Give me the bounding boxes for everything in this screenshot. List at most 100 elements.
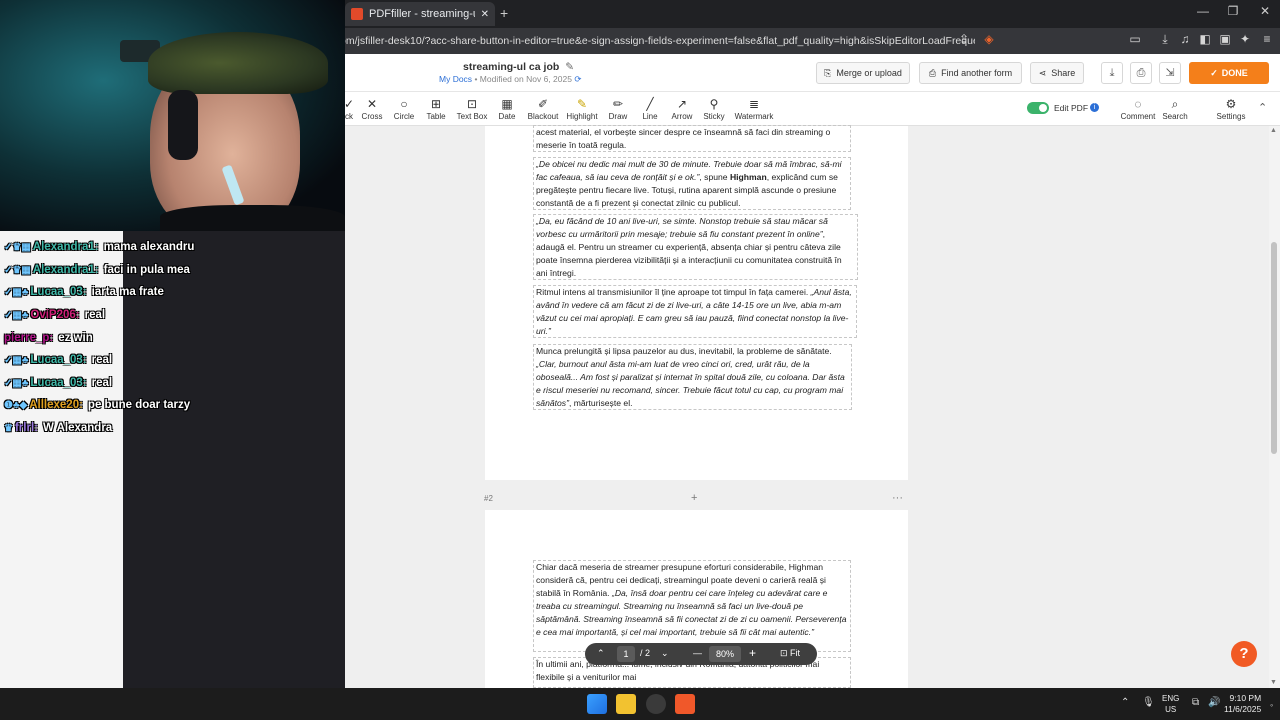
browser-tab[interactable]: PDFfiller - streaming-ul ca job.do ✕	[345, 2, 495, 26]
reader-icon[interactable]: ▭	[1126, 32, 1144, 46]
fit-button[interactable]: ⊡ Fit	[780, 648, 800, 659]
brave-browser-icon[interactable]	[675, 694, 695, 714]
settings-button[interactable]: ⚙ Settings	[1212, 97, 1250, 121]
menu-icon[interactable]: ≡	[1258, 32, 1276, 46]
chat-text: real	[91, 377, 113, 389]
wallet-icon[interactable]: ▣	[1216, 32, 1234, 46]
blackout-icon: ✐	[537, 97, 549, 111]
brave-shield-icon[interactable]: ◈	[980, 32, 998, 46]
download-doc-button[interactable]: ⤓	[1101, 62, 1123, 84]
chat-message: ♛ frlrl: W Alexandra	[4, 419, 112, 437]
share-button[interactable]: ⋖ Share	[1030, 62, 1084, 84]
ai-icon[interactable]: ✦	[1236, 32, 1254, 46]
find-another-form-button[interactable]: ⎙ Find another form	[919, 62, 1022, 84]
merge-upload-button[interactable]: ⎘ Merge or upload	[816, 62, 910, 84]
region-code: US	[1165, 705, 1177, 714]
share-url-icon[interactable]: ⇪	[955, 32, 973, 46]
tool-watermark[interactable]: ≣ Watermark	[734, 97, 774, 121]
chat-username: frlrl:	[14, 422, 38, 434]
tool-highlight[interactable]: ✎ Highlight	[563, 97, 601, 121]
language-indicator[interactable]: ENG US	[1162, 693, 1179, 715]
page-more-button[interactable]: ···	[892, 492, 903, 504]
notification-icon[interactable]: ◦	[1270, 700, 1273, 710]
share-label: Share	[1051, 68, 1076, 78]
collapse-toolbar-icon[interactable]: ⌃	[1258, 101, 1267, 114]
search-icon: ⌕	[1171, 97, 1179, 111]
tool-date[interactable]: ▦ Date	[488, 97, 526, 121]
tool-label: Table	[426, 112, 446, 121]
chat-message: pierre_p: ez win	[4, 329, 93, 347]
page-navigation-bar: ⌃ 1 / 2 ⌄ — 80% + ⊡ Fit	[585, 643, 817, 665]
find-form-label: Find another form	[941, 68, 1013, 78]
scroll-down-icon[interactable]: ▼	[1270, 679, 1277, 686]
paragraph-text: Ritmul intens al transmisiunilor îl ține…	[536, 287, 811, 297]
close-tab-icon[interactable]: ✕	[481, 9, 489, 20]
edit-pdf-toggle[interactable]	[1027, 102, 1049, 114]
tool-label: Sticky	[703, 112, 725, 121]
text-block[interactable]: acest material, el vorbește sincer despr…	[533, 125, 851, 152]
microphone-icon[interactable]: 🎙	[1142, 697, 1155, 708]
text-block[interactable]: Ritmul intens al transmisiunilor îl ține…	[533, 285, 857, 338]
comment-button[interactable]: ◌ Comment	[1119, 97, 1157, 121]
chat-username: Alllexe20:	[29, 399, 83, 411]
prev-page-icon[interactable]: ⌃	[597, 648, 605, 659]
tool-blackout[interactable]: ✐ Blackout	[524, 97, 562, 121]
camo-cap	[148, 32, 328, 94]
maximize-button[interactable]: ❐	[1218, 4, 1248, 18]
text-block[interactable]: Munca prelungită și lipsa pauzelor au du…	[533, 344, 852, 410]
tool-textbox[interactable]: ⊡ Text Box	[453, 97, 491, 121]
tool-label: Text Box	[456, 112, 488, 121]
print-button[interactable]: ⎙	[1130, 62, 1152, 84]
info-icon[interactable]: i	[1090, 103, 1099, 112]
edit-pencil-icon[interactable]: ✎	[565, 61, 574, 73]
chat-message: ✓▦♣ Lucaa_03: iarta ma frate	[4, 283, 164, 301]
obs-icon[interactable]	[646, 694, 666, 714]
chat-text: real	[84, 309, 106, 321]
share-icon: ⋖	[1038, 67, 1047, 78]
scroll-up-icon[interactable]: ▲	[1270, 127, 1277, 134]
clock-date: 11/6/2025	[1224, 704, 1262, 714]
page-number-label: #2	[484, 494, 493, 503]
document-title-text: streaming-ul ca job	[463, 61, 560, 73]
text-block[interactable]: Chiar dacă meseria de streamer presupune…	[533, 560, 851, 652]
new-tab-button[interactable]: +	[500, 5, 508, 21]
chat-username: Lucaa_03:	[30, 354, 87, 366]
help-button[interactable]: ?	[1231, 641, 1257, 667]
search-button[interactable]: ⌕ Search	[1156, 97, 1194, 121]
text-block[interactable]: „Da, eu făcând de 10 ani live-uri, se si…	[533, 214, 858, 280]
next-page-icon[interactable]: ⌄	[661, 648, 669, 659]
zoom-out-icon[interactable]: —	[693, 648, 702, 658]
media-icon[interactable]: ♫	[1176, 32, 1194, 46]
document-title[interactable]: streaming-ul ca job ✎	[463, 61, 574, 73]
chat-badges-icon: ♛	[4, 422, 13, 434]
text-block[interactable]: „De obicei nu dedic mai mult de 30 de mi…	[533, 157, 851, 210]
sidebar-icon[interactable]: ◧	[1196, 32, 1214, 46]
minimize-button[interactable]: —	[1188, 4, 1218, 18]
close-window-button[interactable]: ✕	[1250, 4, 1280, 18]
document-meta: My Docs • Modified on Nov 6, 2025 ⟳	[439, 74, 581, 85]
my-docs-link[interactable]: My Docs	[439, 74, 472, 84]
volume-icon[interactable]: 🔊	[1208, 697, 1220, 708]
network-icon[interactable]: ⧉	[1192, 697, 1199, 708]
tray-overflow-icon[interactable]: ⌃	[1121, 697, 1129, 708]
tool-table[interactable]: ⊞ Table	[417, 97, 455, 121]
scrollbar-thumb[interactable]	[1271, 242, 1277, 454]
chat-username: Alexandra1:	[32, 264, 99, 276]
tool-sticky[interactable]: ⚲ Sticky	[695, 97, 733, 121]
start-icon[interactable]	[587, 694, 607, 714]
paragraph-text: , mărturisește el.	[568, 398, 633, 408]
check-icon: ✓	[1210, 67, 1218, 78]
add-page-button[interactable]: +	[691, 492, 697, 504]
export-button[interactable]: ⇲	[1159, 62, 1181, 84]
current-page-input[interactable]: 1	[617, 646, 635, 662]
zoom-level[interactable]: 80%	[709, 646, 741, 662]
system-clock[interactable]: 9:10 PM 11/6/2025	[1224, 693, 1261, 715]
file-explorer-icon[interactable]	[616, 694, 636, 714]
download-icon[interactable]: ⤓	[1156, 32, 1174, 47]
fit-icon: ⊡	[780, 648, 791, 658]
textbox-icon: ⊡	[466, 97, 478, 111]
zoom-in-icon[interactable]: +	[749, 646, 756, 660]
settings-label: Settings	[1216, 112, 1246, 121]
url-field[interactable]: om/jsfiller-desk10/?acc-share-button-in-…	[340, 32, 975, 50]
done-button[interactable]: ✓ DONE	[1189, 62, 1269, 84]
